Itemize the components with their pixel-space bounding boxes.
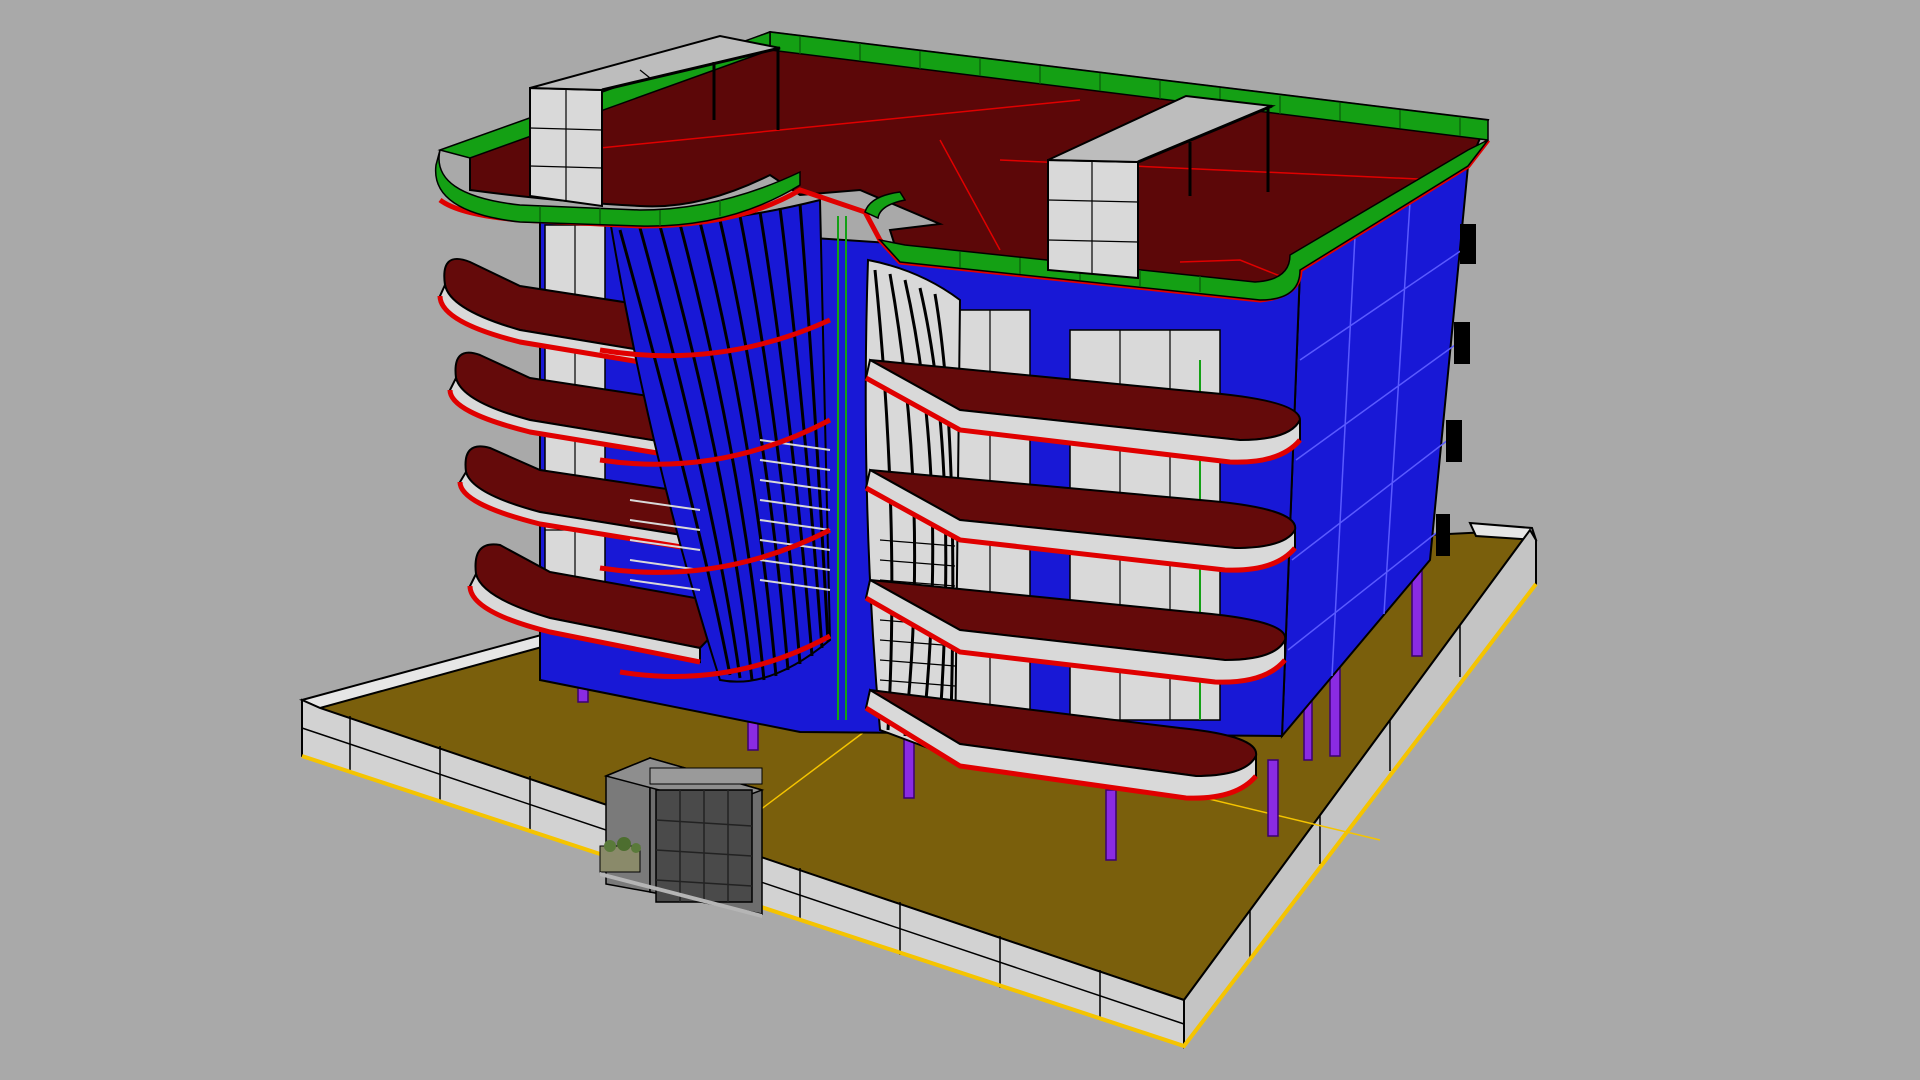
column <box>1105 789 1117 861</box>
building-model-render <box>299 30 1538 1049</box>
entrance-gate <box>599 756 765 918</box>
column <box>1267 759 1279 837</box>
column <box>903 737 915 799</box>
3d-viewport[interactable] <box>0 0 1920 1080</box>
